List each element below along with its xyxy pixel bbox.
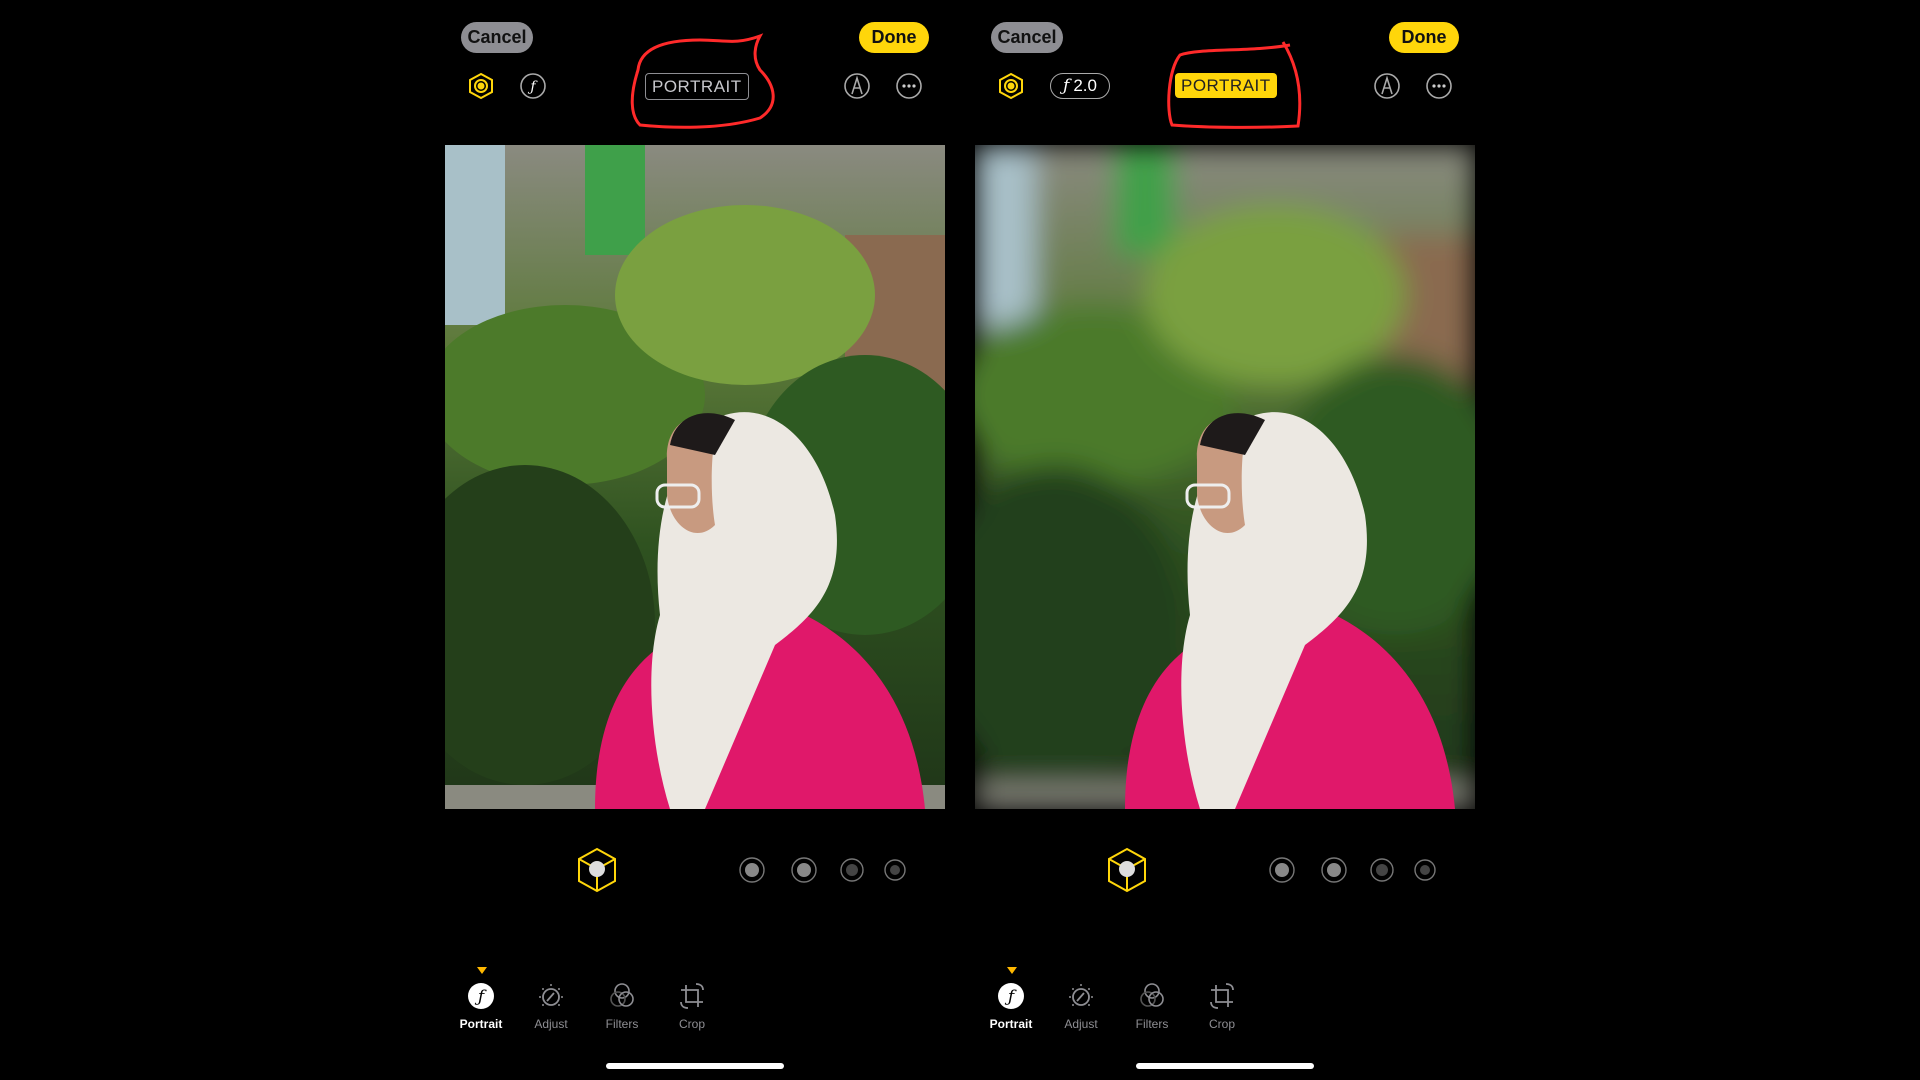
tab-crop[interactable]: Crop (1187, 982, 1257, 1031)
done-button[interactable]: Done (1389, 22, 1459, 53)
adjust-dial-icon (1067, 984, 1095, 1014)
lighting-hexagon-icon[interactable] (467, 72, 495, 100)
contour-light-option[interactable] (789, 855, 819, 885)
portrait-mode-toggle[interactable]: PORTRAIT (645, 73, 749, 100)
photo-preview[interactable] (975, 145, 1475, 809)
lighting-hexagon-icon[interactable] (997, 72, 1025, 100)
markup-pen-icon[interactable] (1373, 72, 1401, 100)
portrait-f-icon: ƒ (467, 983, 495, 1014)
photo-preview[interactable] (445, 145, 945, 809)
stage-light-option[interactable] (1367, 855, 1397, 885)
red-annotation-marks (630, 33, 1302, 129)
filters-circles-icon (1138, 983, 1166, 1014)
studio-light-option[interactable] (1267, 855, 1297, 885)
stage-light-mono-option[interactable] (1410, 855, 1440, 885)
crop-rotate-icon (678, 983, 706, 1014)
tab-label: Adjust (534, 1017, 568, 1031)
aperture-f-icon[interactable]: ƒ (519, 72, 547, 100)
tab-label: Portrait (459, 1017, 503, 1031)
svg-text:ƒ: ƒ (527, 79, 538, 95)
natural-light-option[interactable] (1105, 847, 1149, 893)
tab-filters[interactable]: Filters (1117, 982, 1187, 1031)
natural-light-option[interactable] (575, 847, 619, 893)
tab-portrait[interactable]: ƒ Portrait (976, 982, 1046, 1031)
more-options-icon[interactable] (1425, 72, 1453, 100)
tab-portrait[interactable]: ƒ Portrait (446, 982, 516, 1031)
cancel-button[interactable]: Cancel (991, 22, 1063, 53)
selected-tab-indicator (477, 967, 487, 974)
aperture-f-icon: ƒ (1063, 76, 1070, 96)
tab-label: Crop (1208, 1017, 1235, 1031)
cancel-button[interactable]: Cancel (461, 22, 533, 53)
tab-adjust[interactable]: Adjust (516, 982, 586, 1031)
studio-light-option[interactable] (737, 855, 767, 885)
home-indicator (606, 1063, 784, 1069)
filters-circles-icon (608, 983, 636, 1014)
tab-label: Filters (1135, 1017, 1169, 1031)
more-options-icon[interactable] (895, 72, 923, 100)
selected-tab-indicator (1007, 967, 1017, 974)
portrait-f-icon: ƒ (997, 983, 1025, 1014)
tab-label: Portrait (989, 1017, 1033, 1031)
done-button[interactable]: Done (859, 22, 929, 53)
home-indicator (1136, 1063, 1314, 1069)
portrait-mode-toggle[interactable]: PORTRAIT (1175, 73, 1277, 98)
aperture-value: 2.0 (1073, 76, 1097, 95)
tab-filters[interactable]: Filters (587, 982, 657, 1031)
editor-panel-original: Cancel Done ƒ PORTRAIT ƒ Portrait Adjust… (445, 0, 945, 1080)
tab-label: Adjust (1064, 1017, 1098, 1031)
stage-light-option[interactable] (837, 855, 867, 885)
tab-label: Crop (678, 1017, 705, 1031)
crop-rotate-icon (1208, 983, 1236, 1014)
aperture-depth-button[interactable]: ƒ 2.0 (1050, 73, 1110, 99)
editor-panel-portrait: Cancel Done ƒ 2.0 PORTRAIT ƒ Portrait Ad… (975, 0, 1475, 1080)
tab-crop[interactable]: Crop (657, 982, 727, 1031)
adjust-dial-icon (537, 984, 565, 1014)
tab-adjust[interactable]: Adjust (1046, 982, 1116, 1031)
contour-light-option[interactable] (1319, 855, 1349, 885)
stage-light-mono-option[interactable] (880, 855, 910, 885)
markup-pen-icon[interactable] (843, 72, 871, 100)
tab-label: Filters (605, 1017, 639, 1031)
